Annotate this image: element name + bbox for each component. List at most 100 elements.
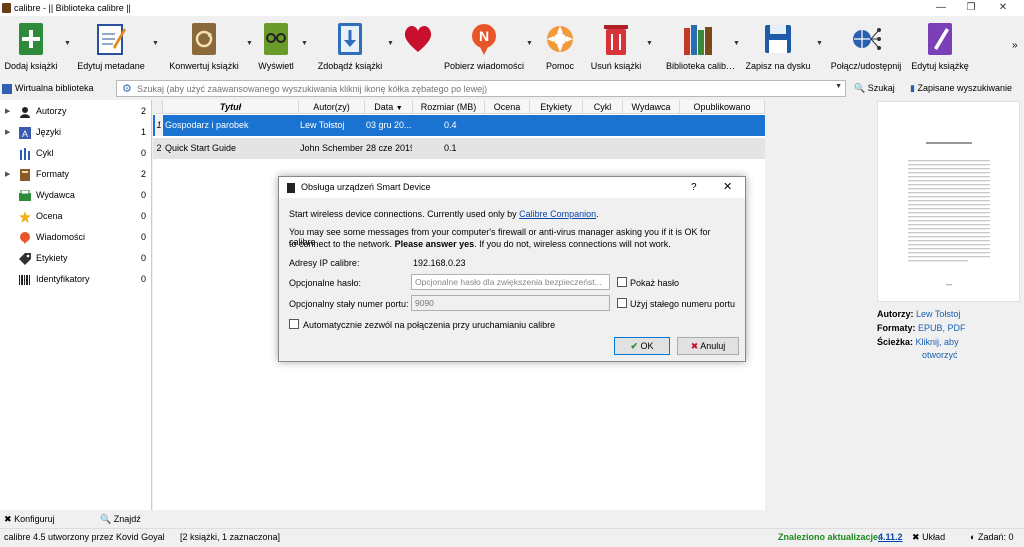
dropdown-arrow-icon[interactable]: ▼ bbox=[301, 40, 308, 47]
news-icon: N bbox=[472, 24, 496, 55]
get-books-icon bbox=[338, 23, 362, 55]
layout-button[interactable]: ✖ Układ bbox=[912, 529, 945, 546]
help-button[interactable]: Pomoc bbox=[538, 20, 582, 74]
minimize-button[interactable]: — bbox=[926, 0, 956, 16]
window-title: calibre - || Biblioteka calibre || bbox=[14, 3, 131, 13]
calibre-library-button[interactable]: Biblioteka calib… ▼ bbox=[666, 20, 740, 74]
get-books-button[interactable]: Zdobądź książki ▼ bbox=[314, 20, 394, 74]
convert-icon bbox=[192, 23, 216, 55]
gear-icon[interactable]: ⚙ bbox=[122, 82, 132, 95]
bookmark-icon: ▮ bbox=[910, 83, 915, 93]
edit-metadata-button[interactable]: Edytuj metadane ▼ bbox=[72, 20, 159, 74]
book-cover[interactable] bbox=[877, 101, 1020, 302]
show-password-checkbox[interactable] bbox=[617, 277, 627, 287]
dialog-title-bar: Obsługa urządzeń Smart Device ? ✕ bbox=[279, 177, 745, 198]
dialog-title: Obsługa urządzeń Smart Device bbox=[301, 182, 431, 192]
jobs-button[interactable]: ◐ Zadań: 0 bbox=[970, 529, 1013, 546]
table-row[interactable]: 2 Quick Start Guide John Schember 28 cze… bbox=[153, 138, 765, 159]
saved-searches-button[interactable]: ▮ Zapisane wyszukiwanie bbox=[910, 80, 1012, 96]
svg-text:A: A bbox=[22, 129, 28, 139]
column-header-series[interactable]: Cykl bbox=[583, 100, 623, 114]
library-icon bbox=[684, 25, 712, 55]
column-header-publisher[interactable]: Wydawca bbox=[623, 100, 680, 114]
ok-button[interactable]: ✔ OK bbox=[614, 337, 670, 355]
toolbar-overflow-button[interactable]: » bbox=[1012, 40, 1018, 51]
remove-books-button[interactable]: Usuń książki ▼ bbox=[590, 20, 653, 74]
column-header-size[interactable]: Rozmiar (MB) bbox=[413, 100, 485, 114]
languages-icon: A bbox=[19, 127, 31, 139]
tag-browser-item-series[interactable]: Cykl 0 bbox=[0, 143, 152, 164]
title-bar: calibre - || Biblioteka calibre || — ❐ ✕ bbox=[0, 0, 1024, 16]
tag-browser-item-formats[interactable]: ▶ Formaty 2 bbox=[0, 164, 152, 185]
close-window-button[interactable]: ✕ bbox=[988, 0, 1018, 16]
add-books-button[interactable]: Dodaj książki ▼ bbox=[0, 20, 71, 74]
search-box[interactable]: ⚙ ▼ bbox=[116, 80, 846, 97]
details-path: Ścieżka: Kliknij, aby bbox=[877, 337, 959, 347]
update-version-link[interactable]: 4.11.2 bbox=[878, 529, 903, 546]
column-header-rating[interactable]: Ocena bbox=[485, 100, 530, 114]
expand-arrow-icon[interactable]: ▶ bbox=[5, 122, 10, 143]
column-header-tags[interactable]: Etykiety bbox=[530, 100, 583, 114]
connect-share-button[interactable]: Połącz/udostępnij bbox=[826, 20, 906, 74]
tag-browser-item-authors[interactable]: ▶ Autorzy 2 bbox=[0, 101, 152, 122]
dropdown-arrow-icon[interactable]: ▼ bbox=[64, 40, 71, 47]
tag-browser-item-tags[interactable]: Etykiety 0 bbox=[0, 248, 152, 269]
formats-link[interactable]: EPUB, PDF bbox=[918, 323, 966, 333]
donate-heart-button[interactable] bbox=[396, 20, 440, 74]
save-to-disk-button[interactable]: Zapisz na dysku ▼ bbox=[742, 20, 823, 74]
help-icon bbox=[547, 26, 573, 52]
calibre-companion-link[interactable]: Calibre Companion bbox=[519, 209, 596, 219]
sort-desc-icon: ▼ bbox=[395, 105, 403, 112]
expand-arrow-icon[interactable]: ▶ bbox=[5, 164, 10, 185]
dropdown-arrow-icon[interactable]: ▼ bbox=[526, 40, 533, 47]
magnifier-icon: 🔍 bbox=[854, 83, 866, 93]
dropdown-arrow-icon[interactable]: ▼ bbox=[733, 40, 740, 47]
fixed-port-label: Użyj stałego numeru portu bbox=[630, 299, 736, 309]
search-button[interactable]: 🔍 Szukaj bbox=[854, 80, 895, 96]
column-header-title[interactable]: Tytuł bbox=[163, 100, 299, 114]
dialog-warning-line2: to connect to the network. Please answer… bbox=[289, 239, 671, 249]
column-header-date[interactable]: Data ▼ bbox=[365, 100, 413, 114]
fixed-port-checkbox[interactable] bbox=[617, 298, 627, 308]
status-bar: calibre 4.5 utworzony przez Kovid Goyal … bbox=[0, 528, 1024, 547]
view-icon bbox=[264, 23, 288, 55]
dialog-close-button[interactable]: ✕ bbox=[723, 177, 732, 198]
tag-browser-item-news[interactable]: Wiadomości 0 bbox=[0, 227, 152, 248]
dialog-help-button[interactable]: ? bbox=[691, 177, 697, 198]
edit-book-icon bbox=[928, 23, 952, 55]
search-input[interactable] bbox=[117, 81, 817, 96]
main-toolbar: Dodaj książki ▼ Edytuj metadane ▼ Konwer… bbox=[0, 16, 1024, 74]
details-path-cont: otworzyć bbox=[922, 349, 958, 362]
barcode-icon bbox=[19, 275, 30, 285]
virtual-library-button[interactable]: Wirtualna biblioteka bbox=[2, 80, 94, 96]
edit-book-button[interactable]: Edytuj książkę bbox=[908, 20, 972, 74]
find-button[interactable]: 🔍 Znajdź bbox=[100, 512, 141, 526]
search-history-dropdown-icon[interactable]: ▼ bbox=[835, 83, 842, 90]
dropdown-arrow-icon[interactable]: ▼ bbox=[387, 40, 394, 47]
autostart-checkbox[interactable] bbox=[289, 319, 299, 329]
path-link[interactable]: Kliknij, aby bbox=[916, 337, 959, 347]
table-row[interactable]: 1 Gospodarz i parobek Lew Tołstoj 03 gru… bbox=[153, 115, 765, 136]
view-button[interactable]: Wyświetl ▼ bbox=[254, 20, 308, 74]
port-field[interactable]: 9090 bbox=[411, 295, 610, 311]
maximize-button[interactable]: ❐ bbox=[956, 0, 986, 16]
convert-books-button[interactable]: Konwertuj książki ▼ bbox=[164, 20, 253, 74]
tag-browser-item-identifiers[interactable]: Identyfikatory 0 bbox=[0, 269, 152, 290]
tag-browser-item-rating[interactable]: Ocena 0 bbox=[0, 206, 152, 227]
author-link[interactable]: Lew Tołstoj bbox=[916, 309, 960, 319]
password-field[interactable]: Opcjonalne hasło dla zwiększenia bezpiec… bbox=[411, 274, 610, 290]
dropdown-arrow-icon[interactable]: ▼ bbox=[646, 40, 653, 47]
expand-arrow-icon[interactable]: ▶ bbox=[5, 101, 10, 122]
dropdown-arrow-icon[interactable]: ▼ bbox=[246, 40, 253, 47]
cancel-button[interactable]: ✖ Anuluj bbox=[677, 337, 739, 355]
fetch-news-button[interactable]: N Pobierz wiadomości ▼ bbox=[442, 20, 533, 74]
jobs-spinner-icon: ◐ bbox=[970, 532, 976, 542]
dropdown-arrow-icon[interactable]: ▼ bbox=[816, 40, 823, 47]
dropdown-arrow-icon[interactable]: ▼ bbox=[152, 40, 159, 47]
tag-browser-item-publisher[interactable]: Wydawca 0 bbox=[0, 185, 152, 206]
path-link-cont[interactable]: otworzyć bbox=[922, 350, 958, 360]
configure-button[interactable]: ✖ Konfiguruj bbox=[4, 512, 55, 526]
tag-browser-item-languages[interactable]: ▶ A Języki 1 bbox=[0, 122, 152, 143]
column-header-authors[interactable]: Autor(zy) bbox=[299, 100, 365, 114]
column-header-published[interactable]: Opublikowano bbox=[680, 100, 765, 114]
